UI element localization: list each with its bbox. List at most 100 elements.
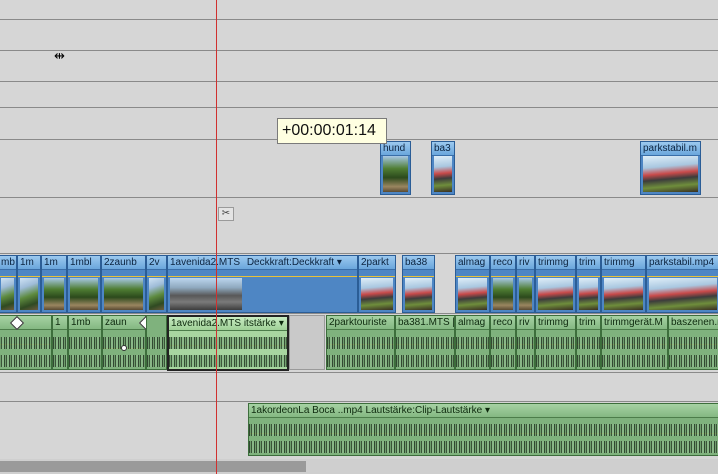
audio-waveform xyxy=(0,355,51,367)
clip-label: riv xyxy=(517,256,534,270)
clip-label: almag xyxy=(456,316,489,330)
audio-clip-avenida-selected[interactable]: 1avenida2.MTS itstärke ▾ xyxy=(167,315,289,371)
video-clip[interactable]: parkstabil.mp4 xyxy=(646,255,718,313)
video-clip[interactable]: mb xyxy=(0,255,17,313)
clip-thumbnail xyxy=(70,278,98,310)
clip-thumbnail xyxy=(44,278,64,310)
audio-clip[interactable]: baszenen.m xyxy=(668,315,718,370)
scrollbar-thumb[interactable] xyxy=(0,461,306,472)
track-divider xyxy=(0,253,718,254)
clip-label: trimmgerät.M xyxy=(602,316,667,330)
clip-label: 1m xyxy=(42,256,66,270)
audio-waveform xyxy=(602,337,667,349)
video-clip[interactable]: trimmg xyxy=(601,255,646,313)
audio-clip[interactable]: 2parktouriste xyxy=(326,315,395,370)
audio-waveform xyxy=(69,337,101,349)
effect-dropdown[interactable]: Deckkraft:Deckkraft ▾ xyxy=(247,257,342,268)
video-clip[interactable]: trim xyxy=(576,255,601,313)
opacity-line xyxy=(359,276,395,277)
audio-waveform xyxy=(327,337,394,349)
opacity-line xyxy=(602,276,645,277)
timeline-panel: hund ba3 parkstabil.m mb 1m 1m 1mbl 2zau… xyxy=(0,0,718,474)
audio-clip[interactable]: reco xyxy=(490,315,516,370)
audio-clip[interactable] xyxy=(0,315,52,370)
clip-label: hund xyxy=(381,142,410,156)
clip-label: 1 xyxy=(53,316,67,330)
audio-clip[interactable]: 1 xyxy=(52,315,68,370)
audio-clip-akordeon[interactable]: 1akordeonLa Boca ..mp4 Lautstärke:Clip-L… xyxy=(248,403,718,456)
clip-thumbnail xyxy=(361,278,393,310)
clip-label: trimmg xyxy=(536,316,575,330)
clip-label: parkstabil.mp4 xyxy=(647,256,718,270)
clip-thumbnail xyxy=(383,156,408,192)
timeline-gap[interactable] xyxy=(289,315,325,370)
video-clip-hund[interactable]: hund xyxy=(380,141,411,195)
video-clip[interactable]: almag xyxy=(455,255,490,313)
clip-thumbnail xyxy=(149,278,164,310)
clip-thumbnail xyxy=(604,278,643,310)
opacity-line xyxy=(577,276,600,277)
playhead[interactable] xyxy=(216,0,217,474)
audio-waveform xyxy=(577,337,600,349)
track-divider xyxy=(0,401,718,402)
clip-label[interactable]: 1avenida2.MTS itstärke ▾ xyxy=(169,317,287,331)
video-clip-parkstabil[interactable]: parkstabil.m xyxy=(640,141,701,195)
track-divider xyxy=(0,107,718,108)
clip-thumbnail xyxy=(493,278,513,310)
track-divider xyxy=(0,197,718,198)
video-clip[interactable]: 2zaunb xyxy=(101,255,146,313)
opacity-line xyxy=(517,276,534,277)
video-clip[interactable]: trimmg xyxy=(535,255,576,313)
clip-thumbnail xyxy=(20,278,38,310)
video-clip[interactable]: reco xyxy=(490,255,516,313)
clip-label: 1mbl xyxy=(68,256,100,270)
audio-waveform xyxy=(147,355,166,367)
audio-clip[interactable]: trimmg xyxy=(535,315,576,370)
clip-thumbnail xyxy=(405,278,432,310)
video-clip[interactable]: 1m xyxy=(41,255,67,313)
clip-label[interactable]: 1akordeonLa Boca ..mp4 Lautstärke:Clip-L… xyxy=(249,404,718,418)
clip-label: 1mb xyxy=(69,316,101,330)
scissors-icon[interactable]: ✂ xyxy=(218,207,234,221)
clip-label: 2parktouriste xyxy=(327,316,394,330)
audio-clip[interactable] xyxy=(146,315,167,370)
timecode-tooltip: +00:00:01:14 xyxy=(277,118,387,144)
video-clip[interactable]: 2parkt xyxy=(358,255,396,313)
audio-clip[interactable]: almag xyxy=(455,315,490,370)
audio-waveform xyxy=(536,337,575,349)
audio-waveform xyxy=(456,337,489,349)
audio-waveform xyxy=(103,355,145,367)
horizontal-scrollbar[interactable] xyxy=(0,459,718,474)
audio-waveform xyxy=(517,355,534,367)
video-clip[interactable]: 1m xyxy=(17,255,41,313)
opacity-line xyxy=(0,276,16,277)
video-clip[interactable]: ba38 xyxy=(402,255,435,313)
clip-label: 2v xyxy=(147,256,166,270)
clip-thumbnail xyxy=(538,278,573,310)
track-divider xyxy=(0,19,718,20)
audio-waveform xyxy=(169,355,287,367)
audio-waveform xyxy=(53,337,67,349)
opacity-line xyxy=(18,276,40,277)
clip-label: ba38 xyxy=(403,256,434,270)
audio-waveform xyxy=(536,355,575,367)
track-divider xyxy=(0,372,718,373)
volume-keyframe[interactable] xyxy=(121,345,127,351)
video-clip-avenida[interactable]: 1avenida2.MTS Deckkraft:Deckkraft ▾ xyxy=(167,255,358,313)
clip-label: trim xyxy=(577,256,600,270)
audio-waveform xyxy=(249,424,718,436)
clip-label: trimmg xyxy=(602,256,645,270)
video-clip[interactable]: riv xyxy=(516,255,535,313)
audio-clip[interactable]: riv xyxy=(516,315,535,370)
opacity-line xyxy=(456,276,489,277)
video-clip-ba3[interactable]: ba3 xyxy=(431,141,455,195)
audio-clip[interactable]: ba381.MTS [ xyxy=(395,315,455,370)
video-clip[interactable]: 2v xyxy=(146,255,167,313)
audio-clip[interactable]: trim xyxy=(576,315,601,370)
audio-waveform xyxy=(396,355,454,367)
audio-clip[interactable]: trimmgerät.M xyxy=(601,315,668,370)
audio-waveform xyxy=(396,337,454,349)
video-clip[interactable]: 1mbl xyxy=(67,255,101,313)
audio-clip[interactable]: 1mb xyxy=(68,315,102,370)
clip-thumbnail xyxy=(579,278,598,310)
